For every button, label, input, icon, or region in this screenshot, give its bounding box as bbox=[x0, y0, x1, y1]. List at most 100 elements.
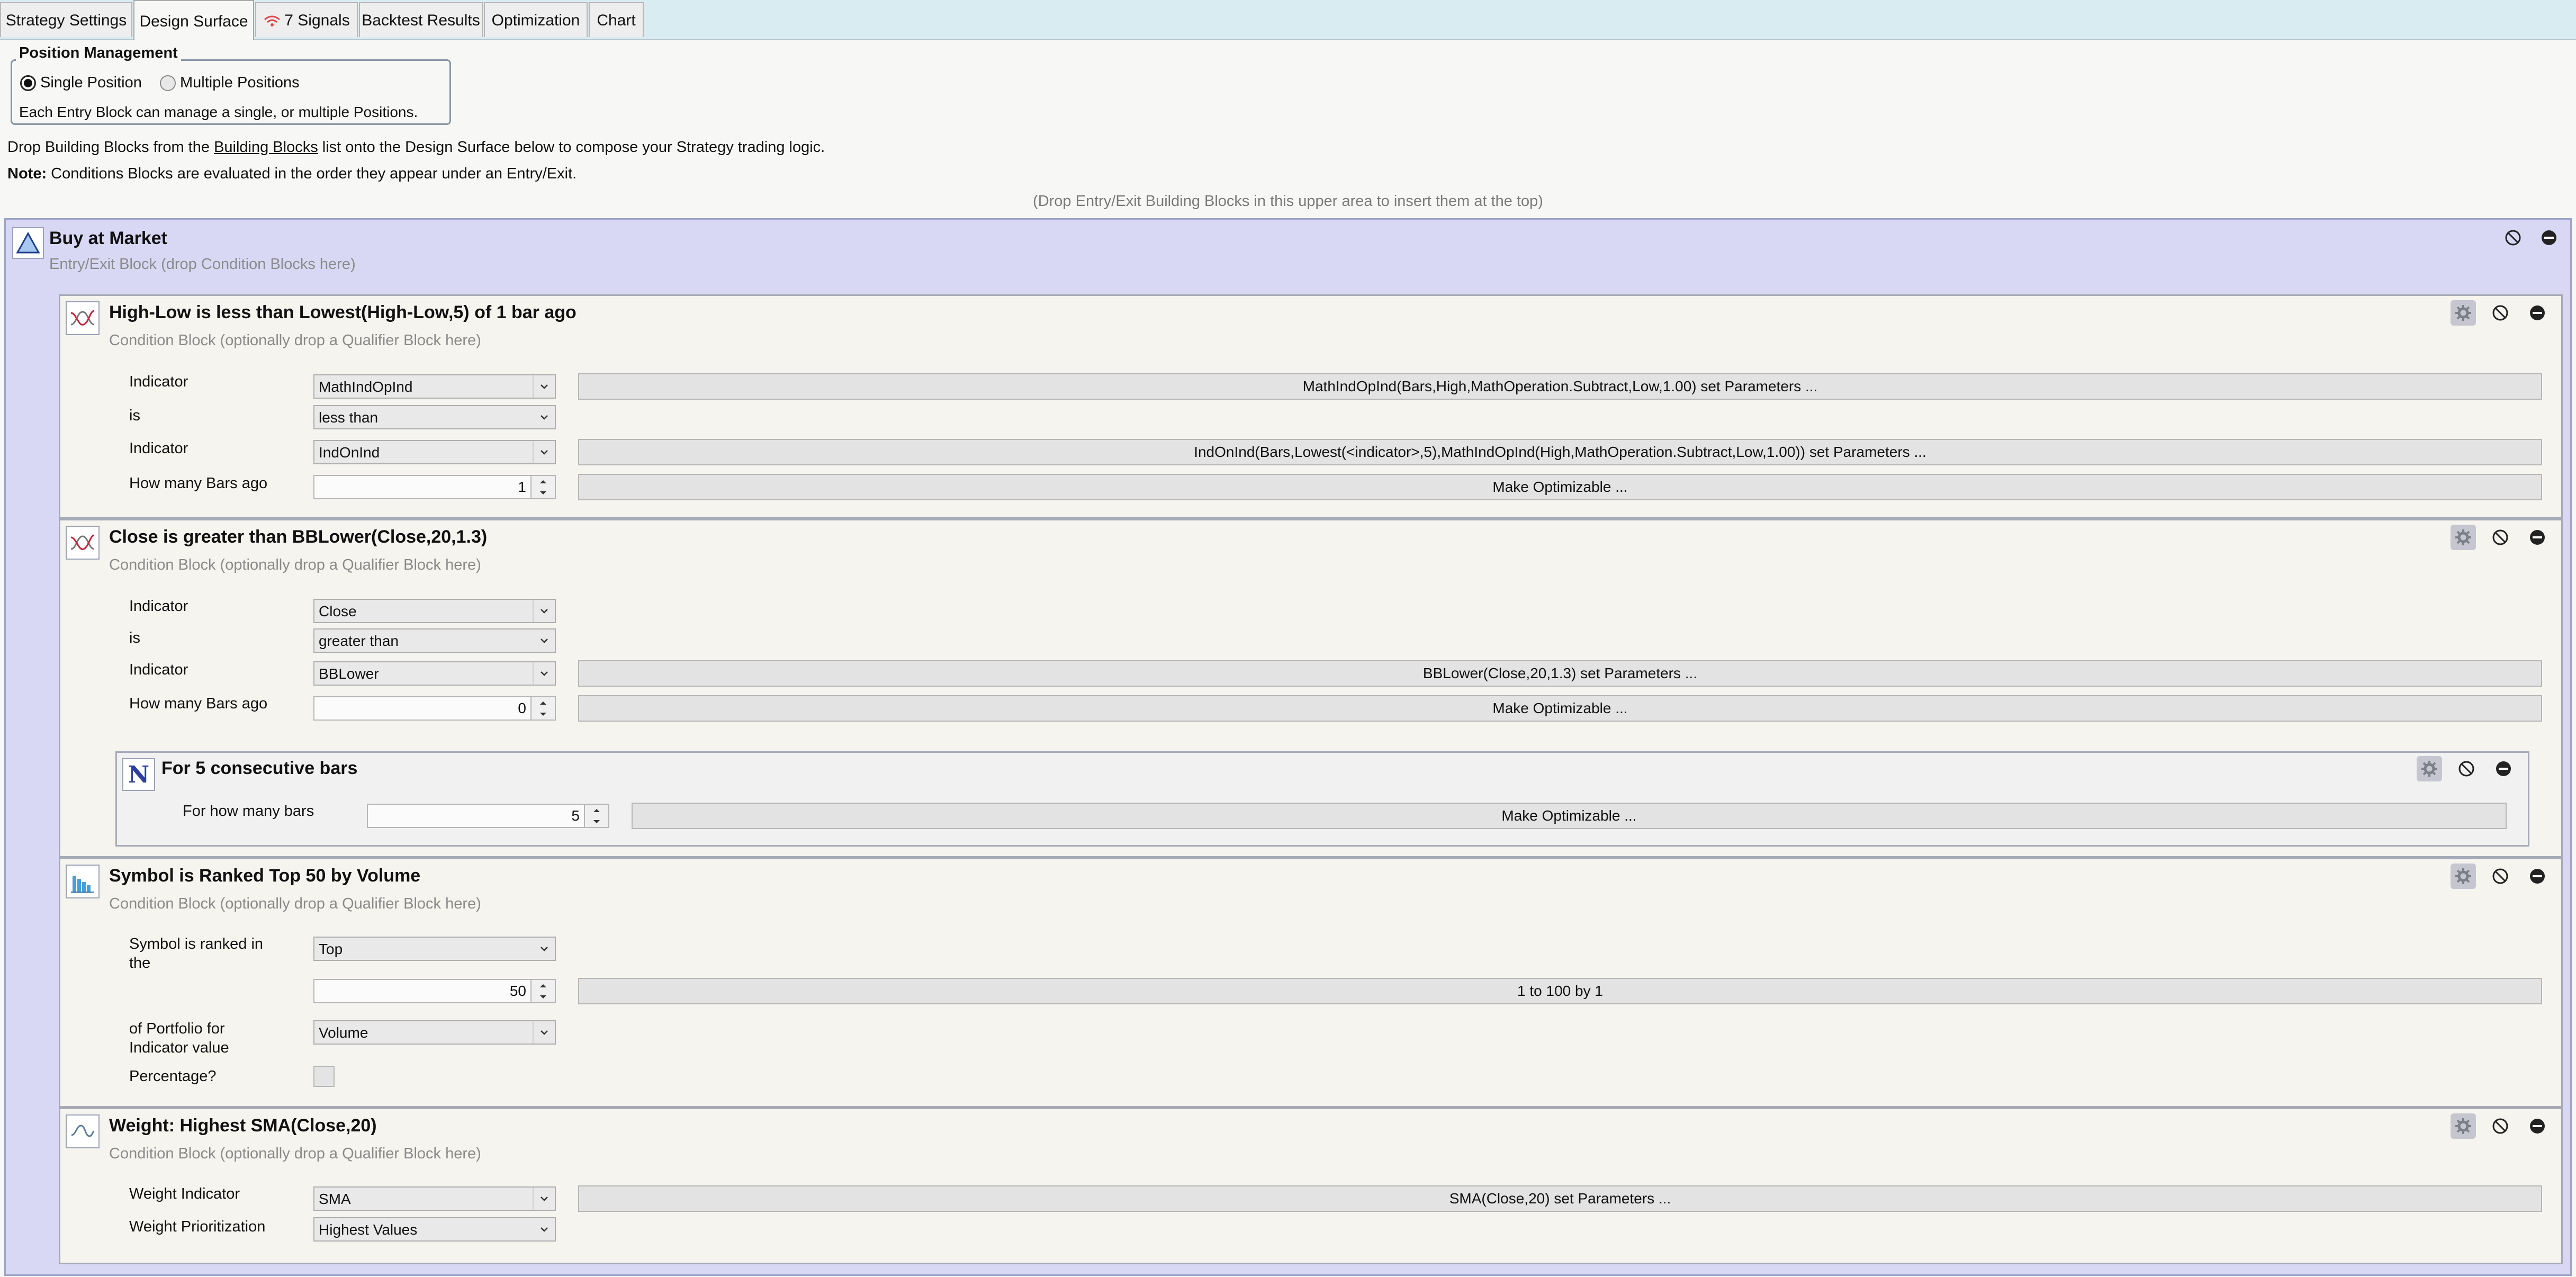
radio-unchecked-icon bbox=[160, 75, 176, 92]
indicator-label: Indicator bbox=[129, 373, 188, 390]
disable-condition-button[interactable] bbox=[2488, 1113, 2513, 1139]
tab-label: 7 Signals bbox=[284, 12, 350, 29]
comparison-select[interactable]: greater than bbox=[313, 628, 556, 653]
remove-qualifier-button[interactable] bbox=[2491, 756, 2516, 781]
condition-block[interactable]: Close is greater than BBLower(Close,20,1… bbox=[59, 519, 2563, 858]
qualifier-block[interactable]: N For 5 consecutive bars For how many ba… bbox=[115, 751, 2529, 847]
weight-prioritization-select[interactable]: Highest Values bbox=[313, 1217, 556, 1242]
comparison-select[interactable]: less than bbox=[313, 405, 556, 429]
chevron-down-icon bbox=[534, 406, 555, 428]
top-drop-zone[interactable]: (Drop Entry/Exit Building Blocks in this… bbox=[0, 193, 2576, 210]
disable-condition-button[interactable] bbox=[2488, 300, 2513, 326]
is-label: is bbox=[129, 629, 140, 646]
weight-indicator-select[interactable]: SMA bbox=[313, 1186, 556, 1211]
building-blocks-link[interactable]: Building Blocks bbox=[214, 139, 318, 156]
tab-chart[interactable]: Chart bbox=[589, 2, 644, 37]
remove-entry-button[interactable] bbox=[2536, 225, 2562, 250]
prohibit-icon bbox=[2505, 230, 2521, 246]
disable-condition-button[interactable] bbox=[2488, 525, 2513, 550]
condition-subtitle: Condition Block (optionally drop a Quali… bbox=[109, 556, 481, 573]
select-value: Close bbox=[319, 603, 357, 619]
condition-subtitle: Condition Block (optionally drop a Quali… bbox=[109, 895, 481, 912]
tab-design-surface[interactable]: Design Surface bbox=[133, 0, 254, 40]
settings-button[interactable] bbox=[2451, 300, 2476, 326]
gear-icon bbox=[2455, 305, 2471, 321]
disable-entry-button[interactable] bbox=[2500, 225, 2526, 250]
remove-condition-button[interactable] bbox=[2525, 525, 2550, 550]
minus-circle-icon bbox=[2542, 230, 2556, 245]
indicator2-params-button[interactable]: IndOnInd(Bars,Lowest(<indicator>,5),Math… bbox=[578, 439, 2542, 465]
spin-down-icon[interactable] bbox=[585, 816, 608, 827]
rank-direction-select[interactable]: Top bbox=[313, 937, 556, 961]
spin-up-icon[interactable] bbox=[532, 476, 555, 487]
chevron-down-icon bbox=[533, 441, 555, 463]
tab-strategy-settings[interactable]: Strategy Settings bbox=[0, 2, 132, 37]
indicator-label: Indicator bbox=[129, 440, 188, 457]
percentage-checkbox[interactable] bbox=[313, 1066, 335, 1087]
make-optimizable-button[interactable]: Make Optimizable ... bbox=[578, 474, 2542, 500]
spin-up-icon[interactable] bbox=[585, 805, 608, 816]
condition-block[interactable]: Weight: Highest SMA(Close,20) Condition … bbox=[59, 1108, 2563, 1264]
instruction-text: list onto the Design Surface below to co… bbox=[318, 139, 825, 156]
entry-block[interactable]: Buy at Market Entry/Exit Block (drop Con… bbox=[4, 218, 2572, 1276]
stepper-value: 50 bbox=[509, 983, 526, 999]
remove-condition-button[interactable] bbox=[2525, 1113, 2550, 1139]
make-optimizable-button[interactable]: Make Optimizable ... bbox=[578, 695, 2542, 722]
stepper-value: 0 bbox=[518, 700, 526, 716]
indicator1-select[interactable]: MathIndOpInd bbox=[313, 374, 556, 399]
ranked-label: Symbol is ranked in the bbox=[129, 934, 263, 973]
spin-down-icon[interactable] bbox=[532, 708, 555, 720]
tab-signals[interactable]: 7 Signals bbox=[255, 2, 358, 37]
spin-up-icon[interactable] bbox=[532, 697, 555, 708]
label-line: the bbox=[129, 955, 151, 972]
chevron-down-icon bbox=[534, 938, 555, 960]
signal-icon bbox=[264, 15, 281, 27]
disable-condition-button[interactable] bbox=[2488, 864, 2513, 889]
make-optimizable-button[interactable]: Make Optimizable ... bbox=[632, 803, 2507, 829]
condition-block[interactable]: High-Low is less than Lowest(High-Low,5)… bbox=[59, 294, 2563, 519]
disable-qualifier-button[interactable] bbox=[2454, 756, 2479, 781]
spin-down-icon[interactable] bbox=[532, 991, 555, 1002]
indicator1-select[interactable]: Close bbox=[313, 599, 556, 623]
bars-ago-stepper[interactable]: 0 bbox=[313, 696, 556, 721]
tab-backtest-results[interactable]: Backtest Results bbox=[359, 2, 483, 37]
select-value: SMA bbox=[319, 1191, 351, 1207]
gear-icon bbox=[2455, 529, 2471, 545]
settings-button[interactable] bbox=[2451, 864, 2476, 889]
spin-down-icon[interactable] bbox=[532, 487, 555, 498]
condition-block[interactable]: Symbol is Ranked Top 50 by Volume Condit… bbox=[59, 858, 2563, 1108]
chevron-down-icon bbox=[533, 662, 555, 685]
indicator2-select[interactable]: BBLower bbox=[313, 661, 556, 686]
indicator2-select[interactable]: IndOnInd bbox=[313, 440, 556, 464]
qualifier-bars-stepper[interactable]: 5 bbox=[367, 804, 609, 828]
instruction-text: Drop Building Blocks from the bbox=[7, 139, 214, 156]
entry-block-title: Buy at Market bbox=[49, 228, 167, 248]
tab-label: Optimization bbox=[491, 12, 580, 29]
select-value: IndOnInd bbox=[319, 444, 380, 461]
chevron-down-icon bbox=[533, 375, 555, 398]
settings-button[interactable] bbox=[2417, 756, 2442, 781]
indicator2-params-button[interactable]: BBLower(Close,20,1.3) set Parameters ... bbox=[578, 660, 2542, 687]
indicator1-params-button[interactable]: MathIndOpInd(Bars,High,MathOperation.Sub… bbox=[578, 373, 2542, 400]
prohibit-icon bbox=[2492, 305, 2508, 321]
rank-indicator-select[interactable]: Volume bbox=[313, 1020, 556, 1045]
entry-block-subtitle: Entry/Exit Block (drop Condition Blocks … bbox=[49, 256, 356, 273]
design-surface-note: Note: Conditions Blocks are evaluated in… bbox=[7, 165, 577, 183]
rank-count-stepper[interactable]: 50 bbox=[313, 979, 556, 1003]
weight-indicator-params-button[interactable]: SMA(Close,20) set Parameters ... bbox=[578, 1185, 2542, 1212]
remove-condition-button[interactable] bbox=[2525, 864, 2550, 889]
multiple-positions-radio[interactable]: Multiple Positions bbox=[160, 73, 300, 92]
rank-range-button[interactable]: 1 to 100 by 1 bbox=[578, 978, 2542, 1004]
condition-title: High-Low is less than Lowest(High-Low,5)… bbox=[109, 302, 577, 322]
settings-button[interactable] bbox=[2451, 1113, 2476, 1139]
settings-button[interactable] bbox=[2451, 525, 2476, 550]
position-management-title: Position Management bbox=[16, 44, 181, 62]
spin-up-icon[interactable] bbox=[532, 980, 555, 991]
prohibit-icon bbox=[2492, 1118, 2508, 1134]
condition-title: Weight: Highest SMA(Close,20) bbox=[109, 1116, 377, 1136]
remove-condition-button[interactable] bbox=[2525, 300, 2550, 326]
bars-ago-stepper[interactable]: 1 bbox=[313, 475, 556, 499]
prohibit-icon bbox=[2458, 761, 2474, 777]
single-position-radio[interactable]: Single Position bbox=[20, 73, 142, 92]
tab-optimization[interactable]: Optimization bbox=[484, 2, 588, 37]
